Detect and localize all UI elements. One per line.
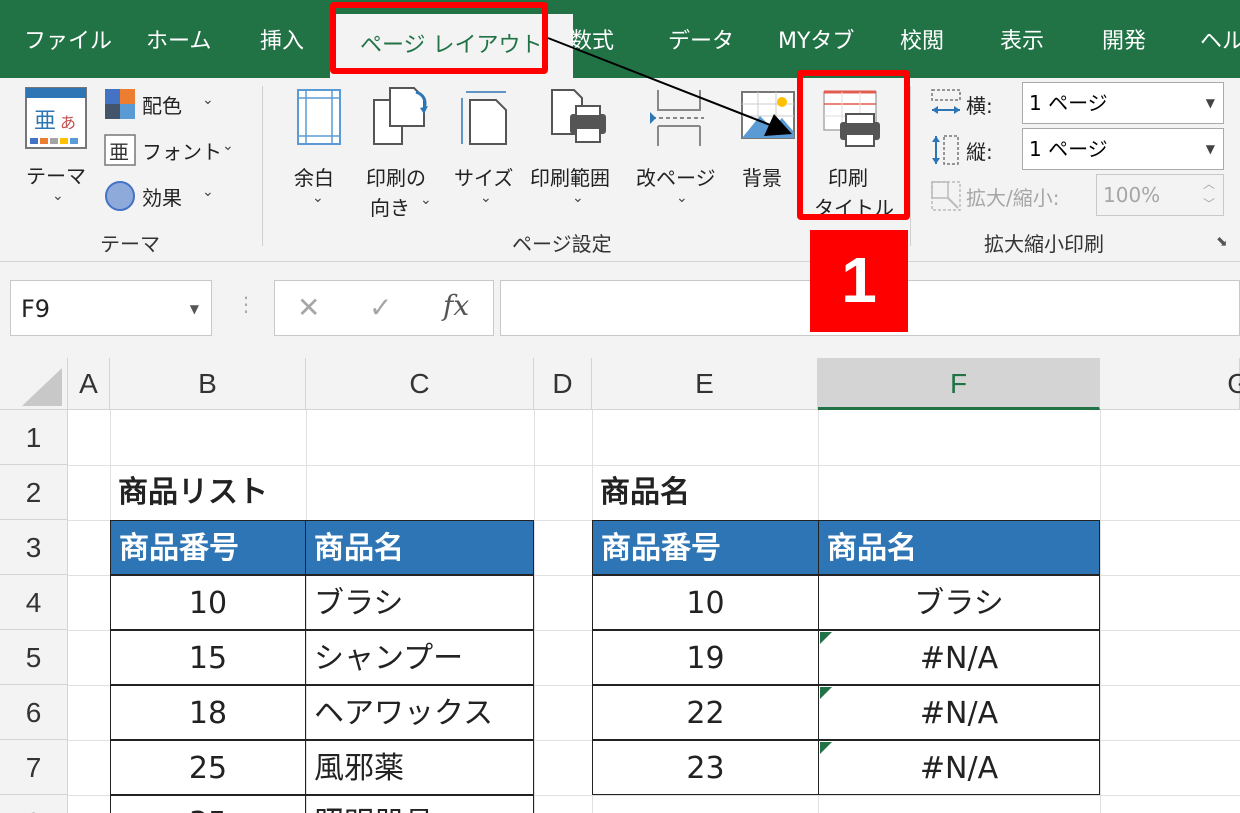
annotation-arrow bbox=[547, 37, 792, 136]
step-badge: 1 bbox=[810, 230, 908, 332]
